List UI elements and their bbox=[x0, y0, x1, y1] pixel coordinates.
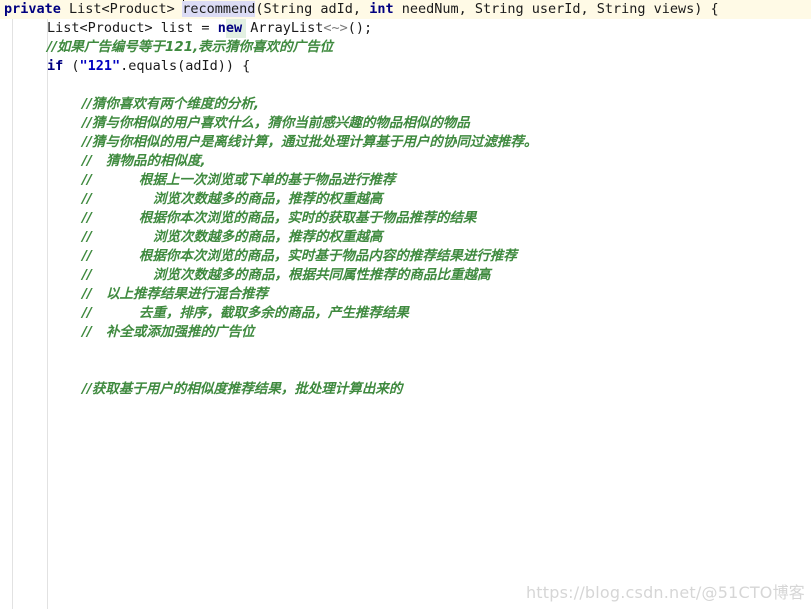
comment-token: // 去重，排序，截取多余的商品，产生推荐结果 bbox=[82, 305, 409, 321]
comment-token: // 猜物品的相似度, bbox=[82, 153, 206, 169]
line-comment-dedupe[interactable]: // 去重，排序，截取多余的商品，产生推荐结果 bbox=[0, 304, 811, 323]
line-comment-fetch[interactable]: //获取基于用户的相似度推荐结果，批处理计算出来的 bbox=[0, 380, 811, 399]
code-token: needNum, String userId, String views) { bbox=[393, 1, 719, 17]
keyword-token: if bbox=[47, 58, 64, 74]
comment-token: // 浏览次数越多的商品，推荐的权重越高 bbox=[82, 229, 383, 245]
line-comment-two-dims[interactable]: //猜你喜欢有两个维度的分析, bbox=[0, 95, 811, 114]
keyword-token: private bbox=[4, 1, 61, 17]
line-comment-offline[interactable]: //猜与你相似的用户是离线计算，通过批处理计算基于用户的协同过滤推荐。 bbox=[0, 133, 811, 152]
comment-token: // 以上推荐结果进行混合推荐 bbox=[82, 286, 268, 302]
comment-token: //获取基于用户的相似度推荐结果，批处理计算出来的 bbox=[82, 381, 403, 397]
line-comment-attr[interactable]: // 浏览次数越多的商品，根据共同属性推荐的商品比重越高 bbox=[0, 266, 811, 285]
line-comment-weight-1[interactable]: // 浏览次数越多的商品，推荐的权重越高 bbox=[0, 190, 811, 209]
code-lines-container[interactable]: private List<Product> recommend(String a… bbox=[0, 0, 811, 399]
comment-token: //猜与你相似的用户是离线计算，通过批处理计算基于用户的协同过滤推荐。 bbox=[82, 134, 538, 150]
code-token: List<Product> bbox=[60, 1, 183, 17]
comment-token: // 浏览次数越多的商品，推荐的权重越高 bbox=[82, 191, 383, 207]
highlighted-identifier-token: recommend bbox=[182, 1, 256, 17]
line-comment-mix[interactable]: // 以上推荐结果进行混合推荐 bbox=[0, 285, 811, 304]
string-literal-token: "121" bbox=[79, 58, 121, 74]
code-token: (); bbox=[347, 20, 373, 36]
code-token: ArrayList bbox=[242, 20, 324, 36]
line-comment-last-browse[interactable]: // 根据上一次浏览或下单的基于物品进行推荐 bbox=[0, 171, 811, 190]
code-token: ( bbox=[63, 58, 80, 74]
line-comment-fill[interactable]: // 补全或添加强推的广告位 bbox=[0, 323, 811, 342]
comment-token: //猜你喜欢有两个维度的分析, bbox=[82, 96, 259, 112]
code-token: (String adId, bbox=[255, 1, 370, 17]
line-signature[interactable]: private List<Product> recommend(String a… bbox=[0, 0, 811, 19]
comment-token: // 浏览次数越多的商品，根据共同属性推荐的商品比重越高 bbox=[82, 267, 491, 283]
line-comment-content[interactable]: // 根据你本次浏览的商品，实时基于物品内容的推荐结果进行推荐 bbox=[0, 247, 811, 266]
code-editor-pane[interactable]: private List<Product> recommend(String a… bbox=[0, 0, 811, 609]
comment-token: // 根据你本次浏览的商品，实时的获取基于物品推荐的结果 bbox=[82, 210, 477, 226]
code-token: List<Product> list = bbox=[47, 20, 218, 36]
keyword-token: int bbox=[369, 1, 394, 17]
keyword-token: new bbox=[217, 20, 243, 36]
comment-token: // 根据上一次浏览或下单的基于物品进行推荐 bbox=[82, 172, 396, 188]
line-comment-item-sim[interactable]: // 猜物品的相似度, bbox=[0, 152, 811, 171]
comment-token: // 补全或添加强推的广告位 bbox=[82, 324, 255, 340]
comment-token: // 根据你本次浏览的商品，实时基于物品内容的推荐结果进行推荐 bbox=[82, 248, 517, 264]
line-blank-3[interactable] bbox=[0, 361, 811, 380]
line-comment-realtime[interactable]: // 根据你本次浏览的商品，实时的获取基于物品推荐的结果 bbox=[0, 209, 811, 228]
code-token: .equals(adId)) { bbox=[120, 58, 251, 74]
collapsed-generics-token: <~> bbox=[323, 20, 348, 36]
line-blank-2[interactable] bbox=[0, 342, 811, 361]
line-comment-weight-2[interactable]: // 浏览次数越多的商品，推荐的权重越高 bbox=[0, 228, 811, 247]
comment-token: //如果广告编号等于121,表示猜你喜欢的广告位 bbox=[47, 39, 334, 55]
line-comment-similar-users[interactable]: //猜与你相似的用户喜欢什么，猜你当前感兴趣的物品相似的物品 bbox=[0, 114, 811, 133]
line-blank-1[interactable] bbox=[0, 76, 811, 95]
comment-token: //猜与你相似的用户喜欢什么，猜你当前感兴趣的物品相似的物品 bbox=[82, 115, 470, 131]
line-comment-adid[interactable]: //如果广告编号等于121,表示猜你喜欢的广告位 bbox=[0, 38, 811, 57]
line-if[interactable]: if ("121".equals(adId)) { bbox=[0, 57, 811, 76]
watermark-text: https://blog.csdn.net/@51CTO博客 bbox=[525, 583, 805, 602]
line-list-decl[interactable]: List<Product> list = new ArrayList<~>(); bbox=[0, 19, 811, 38]
